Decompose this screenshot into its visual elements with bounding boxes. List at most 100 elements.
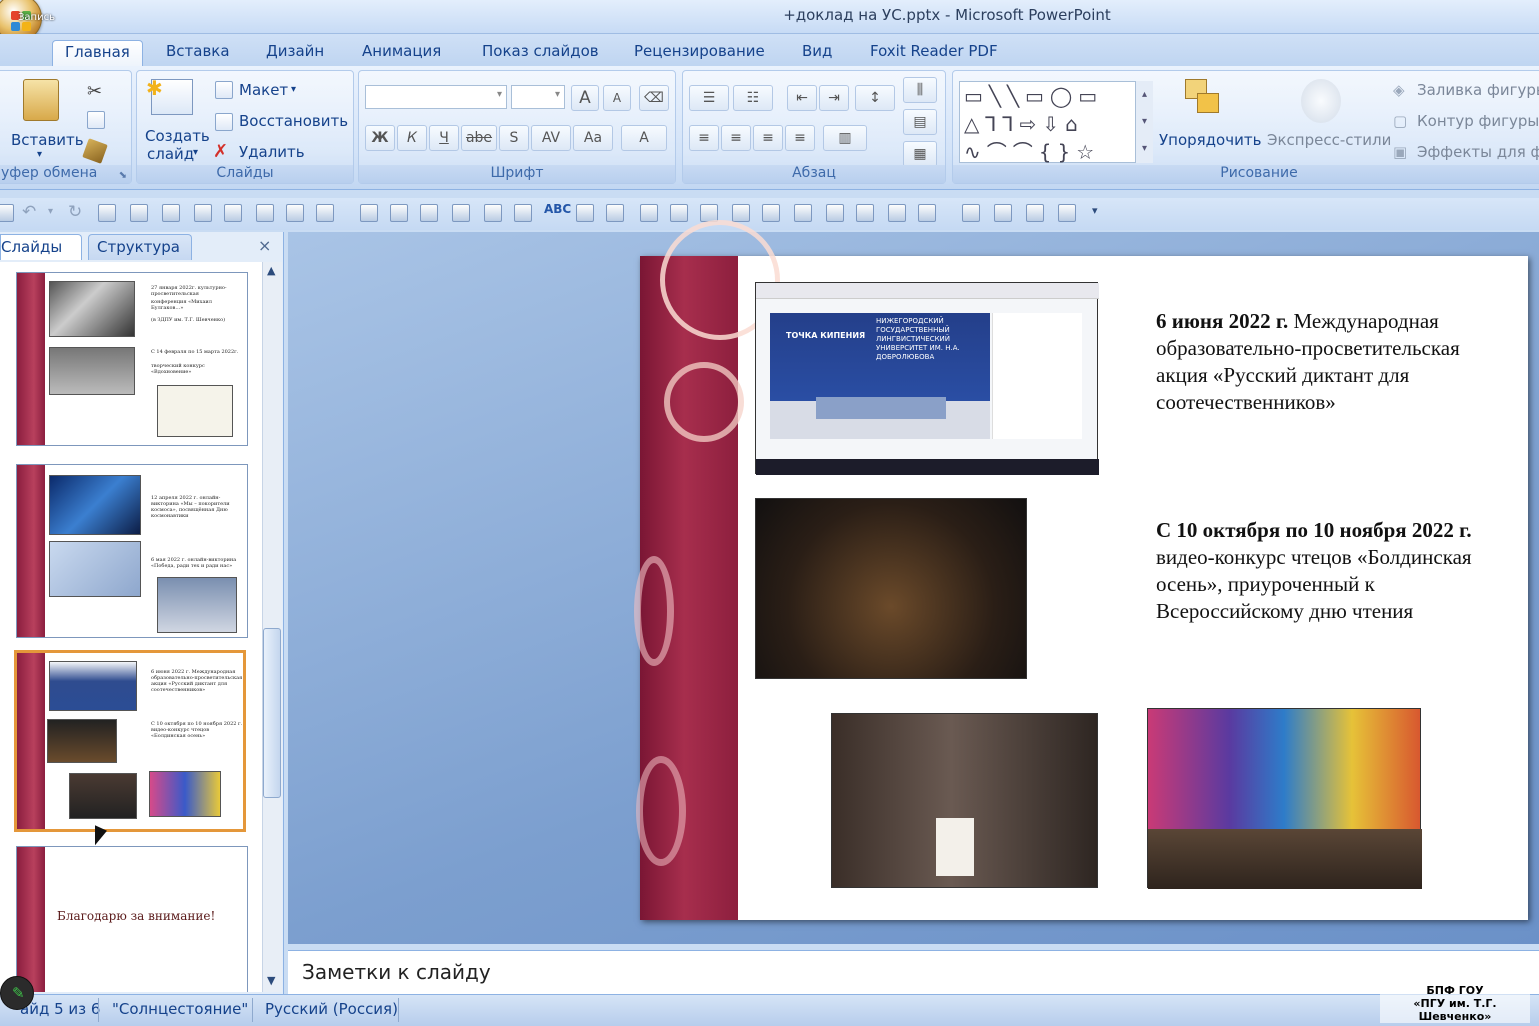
clipboard-qat-icon[interactable] (962, 204, 980, 222)
column-icon[interactable] (826, 204, 844, 222)
spell-icon[interactable] (162, 204, 180, 222)
tab-review[interactable]: Рецензирование (622, 40, 777, 66)
smartart-icon[interactable]: ▦ (903, 141, 937, 167)
tab-home[interactable]: Главная (52, 40, 143, 66)
font-name-field[interactable]: ▾ (365, 85, 507, 109)
preview-icon[interactable] (130, 204, 148, 222)
pointer-icon[interactable] (514, 204, 532, 222)
format-painter-icon[interactable] (82, 138, 108, 164)
reset-button[interactable]: Восстановить (239, 112, 348, 130)
paste-qat-icon[interactable] (670, 204, 688, 222)
tools-icon[interactable] (1026, 204, 1044, 222)
new-slide-button-line1[interactable]: Создать (145, 127, 210, 145)
align-text-icon[interactable]: ▤ (903, 109, 937, 135)
tab-view[interactable]: Вид (790, 40, 844, 66)
undo-dropdown-icon[interactable]: ▾ (48, 206, 53, 217)
clipboard-launcher-icon[interactable]: ⬊ (119, 170, 127, 181)
shrink-font-button[interactable]: A (603, 85, 631, 111)
shape-outline-button[interactable]: Контур фигуры (1417, 112, 1539, 130)
star-icon[interactable] (918, 204, 936, 222)
line-spacing-icon[interactable]: ↕ (855, 85, 895, 111)
align-center-icon[interactable]: ≡ (721, 125, 751, 151)
bold-button[interactable]: Ж (365, 125, 395, 151)
zoom-icon[interactable] (762, 204, 780, 222)
tab-slideshow[interactable]: Показ слайдов (470, 40, 611, 66)
italic-button[interactable]: К (397, 125, 427, 151)
open-icon[interactable] (576, 204, 594, 222)
align-qat-icon[interactable] (856, 204, 874, 222)
crop-icon[interactable] (224, 204, 242, 222)
increase-indent-icon[interactable]: ⇥ (819, 85, 849, 111)
page-icon[interactable] (888, 204, 906, 222)
delete-button[interactable]: Удалить (239, 143, 305, 161)
cut-icon[interactable]: ✂ (87, 81, 102, 102)
spelling-icon[interactable]: ABC (544, 202, 571, 216)
new-slide-button-line2[interactable]: слайд (147, 145, 194, 163)
thumbnail-scrollbar[interactable]: ▲ ▼ (262, 262, 282, 992)
tab-foxit[interactable]: Foxit Reader PDF (858, 40, 1010, 66)
chart-icon[interactable] (316, 204, 334, 222)
slide-thumbnail-2[interactable]: 27 января 2022г. культурно-просветительс… (16, 272, 248, 446)
strike-button[interactable]: abe (461, 125, 497, 151)
spacing-button[interactable]: AV (531, 125, 571, 151)
save-icon[interactable] (0, 204, 14, 222)
tab-design[interactable]: Дизайн (254, 40, 336, 66)
shadow-button[interactable]: S (499, 125, 529, 151)
action-icon[interactable] (484, 204, 502, 222)
status-language[interactable]: Русский (Россия) (265, 1000, 398, 1018)
paste-button[interactable]: Вставить (11, 131, 84, 149)
shapes-gallery-scroll[interactable]: ▴ ▾ ▾ (1135, 81, 1153, 163)
copy-icon[interactable] (87, 111, 105, 129)
picture-icon[interactable] (194, 204, 212, 222)
justify-icon[interactable]: ≡ (785, 125, 815, 151)
bullets-icon[interactable]: ☰ (689, 85, 729, 111)
thumbnail-scroll-thumb[interactable] (263, 628, 281, 798)
shape-fill-button[interactable]: Заливка фигуры (1417, 81, 1539, 99)
tab-outline[interactable]: Структура (88, 234, 192, 260)
shapes-gallery[interactable]: ▭╲╲▭◯▭ △⅂⅂⇨⇩⌂ ∿⌒⌒{}☆ (959, 81, 1153, 164)
change-case-button[interactable]: Aa (573, 125, 613, 151)
slideshow-icon[interactable] (732, 204, 750, 222)
properties-icon[interactable] (1058, 204, 1076, 222)
align-right-icon[interactable]: ≡ (753, 125, 783, 151)
font-size-field[interactable]: ▾ (511, 85, 565, 109)
arrange-button[interactable]: Упорядочить (1159, 131, 1261, 149)
customize-qat-icon[interactable]: ▾ (1092, 204, 1098, 217)
align-left-icon[interactable]: ≡ (689, 125, 719, 151)
slide-text-block-1[interactable]: 6 июня 2022 г. Международная образовател… (1156, 308, 1496, 416)
decrease-indent-icon[interactable]: ⇤ (787, 85, 817, 111)
select-icon[interactable] (794, 204, 812, 222)
close-panel-icon[interactable]: × (258, 236, 271, 255)
edit-icon[interactable] (452, 204, 470, 222)
share-icon[interactable] (606, 204, 624, 222)
slide-thumbnail-6[interactable]: Благодарю за внимание! (16, 846, 248, 992)
quick-styles-button[interactable]: Экспресс-стили (1267, 131, 1391, 149)
table-icon[interactable] (286, 204, 304, 222)
grow-font-button[interactable]: A (571, 85, 599, 111)
slide-thumbnail-3[interactable]: 12 апреля 2022 г. онлайн-викторина «Мы –… (16, 464, 248, 638)
ungroup-icon[interactable] (390, 204, 408, 222)
underline-button[interactable]: Ч (429, 125, 459, 151)
redo-icon[interactable]: ↻ (68, 202, 82, 222)
pen-tool-button[interactable]: ✎ (0, 976, 34, 1010)
status-theme[interactable]: "Солнцестояние" (112, 1000, 248, 1018)
layout-button[interactable]: Макет (239, 81, 288, 99)
paste-dropdown-icon[interactable]: ▾ (37, 149, 42, 160)
clear-format-button[interactable]: ⌫ (639, 85, 669, 111)
numbering-icon[interactable]: ☷ (733, 85, 773, 111)
columns-icon[interactable]: ▥ (823, 125, 867, 151)
brush-icon[interactable] (994, 204, 1012, 222)
group-icon[interactable] (360, 204, 378, 222)
link-icon[interactable] (256, 204, 274, 222)
textbox-icon[interactable] (420, 204, 438, 222)
font-color-button[interactable]: A (621, 125, 667, 151)
undo-icon[interactable]: ↶ (22, 202, 36, 222)
tab-animation[interactable]: Анимация (350, 40, 453, 66)
copy-qat-icon[interactable] (640, 204, 658, 222)
tab-insert[interactable]: Вставка (154, 40, 242, 66)
layout-dropdown-icon[interactable]: ▾ (291, 84, 296, 95)
shape-effects-button[interactable]: Эффекты для фи (1417, 143, 1539, 161)
slide-text-block-2[interactable]: С 10 октября по 10 ноября 2022 г. видео-… (1156, 517, 1496, 625)
print-icon[interactable] (98, 204, 116, 222)
tab-slides[interactable]: Слайды (0, 234, 82, 260)
